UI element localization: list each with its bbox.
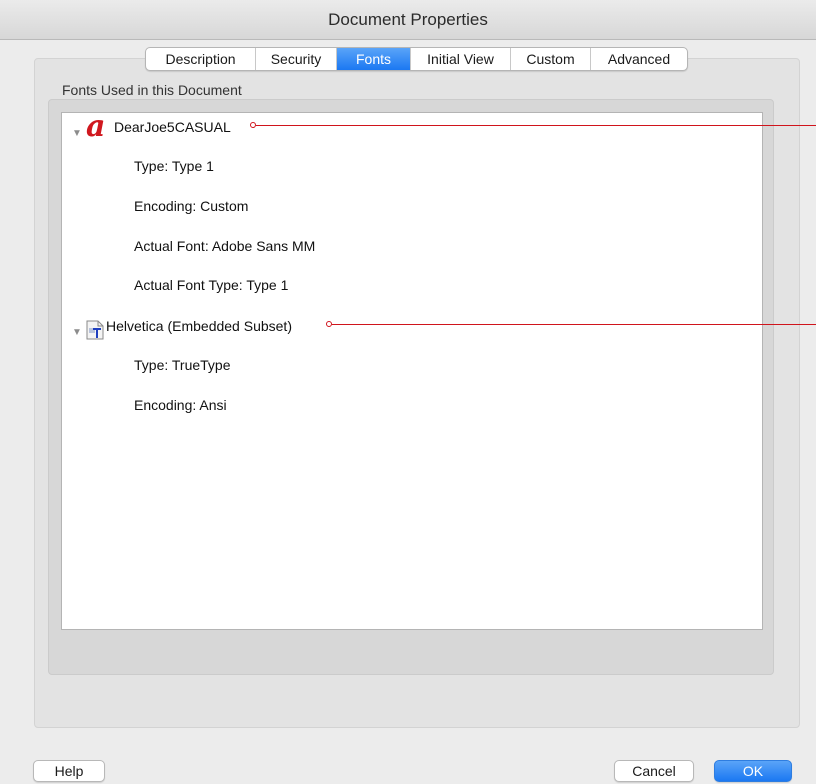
font-property: Encoding: Ansi <box>134 397 227 413</box>
tab-advanced[interactable]: Advanced <box>591 48 687 70</box>
callout-line <box>332 324 816 325</box>
font-item-dearjoe5casual[interactable]: ▼ a DearJoe5CASUAL <box>72 109 231 144</box>
tab-security[interactable]: Security <box>256 48 337 70</box>
type1-font-icon: a <box>86 109 106 144</box>
tab-description[interactable]: Description <box>146 48 256 70</box>
ok-button[interactable]: OK <box>714 760 792 782</box>
help-button[interactable]: Help <box>33 760 105 782</box>
font-property: Encoding: Custom <box>134 198 249 214</box>
font-name: DearJoe5CASUAL <box>114 119 231 135</box>
window-title: Document Properties <box>328 9 488 29</box>
fonts-section-label: Fonts Used in this Document <box>62 82 242 98</box>
font-item-helvetica[interactable]: ▼ Helvetica (Embedded Subset) <box>72 314 292 340</box>
font-property: Actual Font Type: Type 1 <box>134 277 289 293</box>
title-bar[interactable]: Document Properties <box>0 0 816 40</box>
disclosure-triangle-icon[interactable]: ▼ <box>72 128 84 140</box>
tab-custom[interactable]: Custom <box>511 48 591 70</box>
font-property: Type: Type 1 <box>134 158 214 174</box>
font-property: Type: TrueType <box>134 357 231 373</box>
tab-fonts[interactable]: Fonts <box>337 48 411 70</box>
disclosure-triangle-icon[interactable]: ▼ <box>72 327 84 339</box>
tab-bar: Description Security Fonts Initial View … <box>145 47 688 71</box>
cancel-button[interactable]: Cancel <box>614 760 694 782</box>
callout-line <box>256 125 816 126</box>
font-property: Actual Font: Adobe Sans MM <box>134 238 316 254</box>
tab-initial-view[interactable]: Initial View <box>411 48 511 70</box>
font-name: Helvetica (Embedded Subset) <box>106 318 292 334</box>
truetype-font-icon <box>86 320 104 340</box>
